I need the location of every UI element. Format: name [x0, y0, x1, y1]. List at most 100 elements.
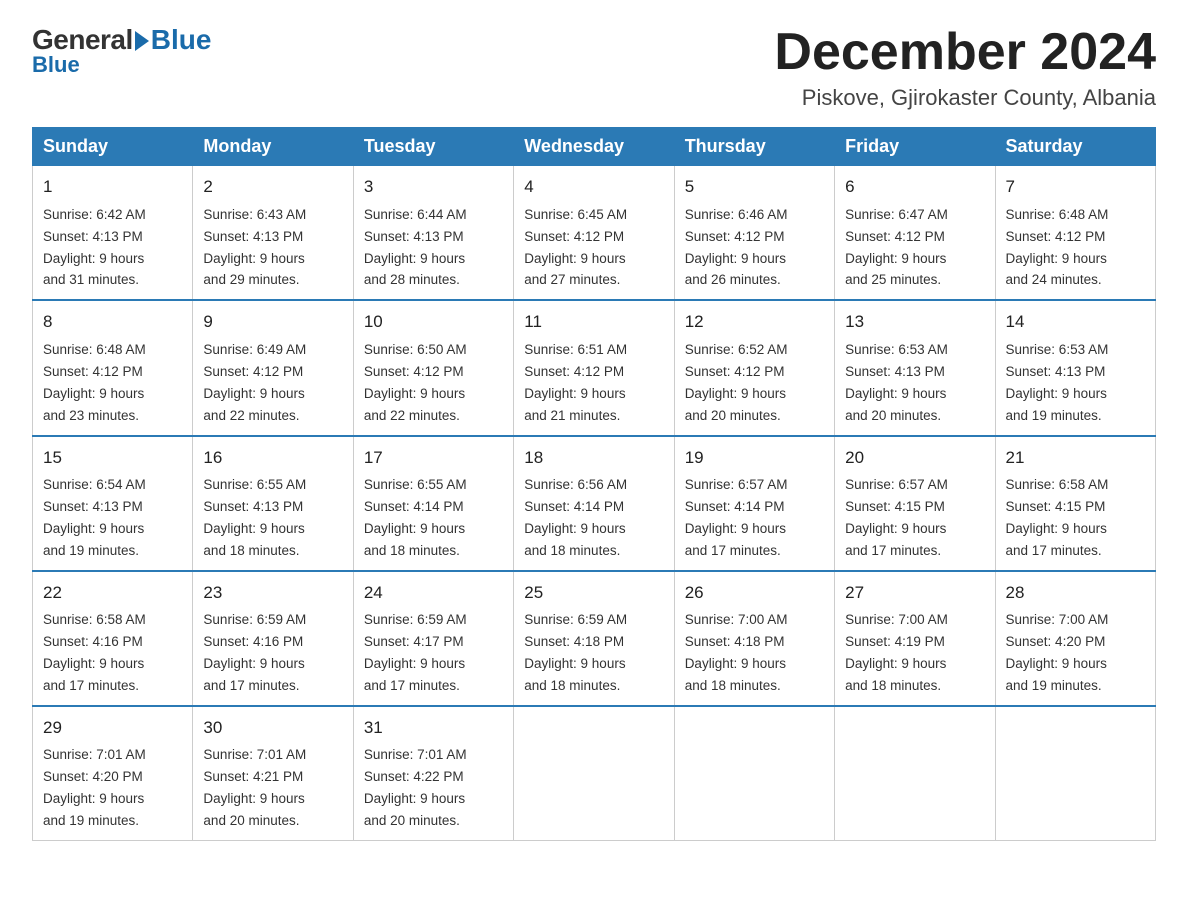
- day-number: 10: [364, 309, 503, 335]
- calendar-cell: 9 Sunrise: 6:49 AMSunset: 4:12 PMDayligh…: [193, 300, 353, 435]
- day-number: 6: [845, 174, 984, 200]
- day-number: 23: [203, 580, 342, 606]
- calendar-cell: 11 Sunrise: 6:51 AMSunset: 4:12 PMDaylig…: [514, 300, 674, 435]
- title-section: December 2024 Piskove, Gjirokaster Count…: [774, 24, 1156, 111]
- day-info: Sunrise: 7:01 AMSunset: 4:21 PMDaylight:…: [203, 747, 306, 828]
- day-info: Sunrise: 6:48 AMSunset: 4:12 PMDaylight:…: [1006, 207, 1109, 288]
- calendar-cell: 30 Sunrise: 7:01 AMSunset: 4:21 PMDaylig…: [193, 706, 353, 841]
- calendar-cell: 1 Sunrise: 6:42 AMSunset: 4:13 PMDayligh…: [33, 166, 193, 301]
- day-info: Sunrise: 6:53 AMSunset: 4:13 PMDaylight:…: [845, 342, 948, 423]
- logo-blue-text: Blue: [151, 24, 212, 56]
- calendar-cell: 26 Sunrise: 7:00 AMSunset: 4:18 PMDaylig…: [674, 571, 834, 706]
- day-info: Sunrise: 6:58 AMSunset: 4:16 PMDaylight:…: [43, 612, 146, 693]
- day-info: Sunrise: 6:44 AMSunset: 4:13 PMDaylight:…: [364, 207, 467, 288]
- day-number: 27: [845, 580, 984, 606]
- calendar-cell: 10 Sunrise: 6:50 AMSunset: 4:12 PMDaylig…: [353, 300, 513, 435]
- calendar-table: SundayMondayTuesdayWednesdayThursdayFrid…: [32, 127, 1156, 841]
- day-number: 7: [1006, 174, 1145, 200]
- month-title: December 2024: [774, 24, 1156, 81]
- day-info: Sunrise: 6:57 AMSunset: 4:14 PMDaylight:…: [685, 477, 788, 558]
- day-info: Sunrise: 6:59 AMSunset: 4:17 PMDaylight:…: [364, 612, 467, 693]
- day-info: Sunrise: 6:58 AMSunset: 4:15 PMDaylight:…: [1006, 477, 1109, 558]
- calendar-cell: 20 Sunrise: 6:57 AMSunset: 4:15 PMDaylig…: [835, 436, 995, 571]
- day-number: 24: [364, 580, 503, 606]
- day-number: 15: [43, 445, 182, 471]
- header-tuesday: Tuesday: [353, 128, 513, 166]
- day-number: 31: [364, 715, 503, 741]
- day-number: 30: [203, 715, 342, 741]
- day-number: 29: [43, 715, 182, 741]
- day-info: Sunrise: 6:45 AMSunset: 4:12 PMDaylight:…: [524, 207, 627, 288]
- day-info: Sunrise: 6:59 AMSunset: 4:18 PMDaylight:…: [524, 612, 627, 693]
- calendar-cell: 29 Sunrise: 7:01 AMSunset: 4:20 PMDaylig…: [33, 706, 193, 841]
- calendar-cell: 22 Sunrise: 6:58 AMSunset: 4:16 PMDaylig…: [33, 571, 193, 706]
- page-header: General Blue Blue December 2024 Piskove,…: [32, 24, 1156, 111]
- logo-arrow-icon: [135, 31, 149, 51]
- day-info: Sunrise: 6:57 AMSunset: 4:15 PMDaylight:…: [845, 477, 948, 558]
- day-info: Sunrise: 6:56 AMSunset: 4:14 PMDaylight:…: [524, 477, 627, 558]
- day-info: Sunrise: 7:01 AMSunset: 4:20 PMDaylight:…: [43, 747, 146, 828]
- day-info: Sunrise: 6:48 AMSunset: 4:12 PMDaylight:…: [43, 342, 146, 423]
- day-info: Sunrise: 7:00 AMSunset: 4:20 PMDaylight:…: [1006, 612, 1109, 693]
- calendar-cell: 15 Sunrise: 6:54 AMSunset: 4:13 PMDaylig…: [33, 436, 193, 571]
- calendar-cell: 25 Sunrise: 6:59 AMSunset: 4:18 PMDaylig…: [514, 571, 674, 706]
- calendar-cell: 21 Sunrise: 6:58 AMSunset: 4:15 PMDaylig…: [995, 436, 1155, 571]
- day-info: Sunrise: 6:55 AMSunset: 4:14 PMDaylight:…: [364, 477, 467, 558]
- day-info: Sunrise: 7:00 AMSunset: 4:18 PMDaylight:…: [685, 612, 788, 693]
- calendar-cell: 17 Sunrise: 6:55 AMSunset: 4:14 PMDaylig…: [353, 436, 513, 571]
- calendar-week-2: 8 Sunrise: 6:48 AMSunset: 4:12 PMDayligh…: [33, 300, 1156, 435]
- header-sunday: Sunday: [33, 128, 193, 166]
- day-info: Sunrise: 6:52 AMSunset: 4:12 PMDaylight:…: [685, 342, 788, 423]
- day-number: 25: [524, 580, 663, 606]
- day-number: 22: [43, 580, 182, 606]
- calendar-cell: 23 Sunrise: 6:59 AMSunset: 4:16 PMDaylig…: [193, 571, 353, 706]
- calendar-cell: [514, 706, 674, 841]
- day-number: 4: [524, 174, 663, 200]
- calendar-cell: 27 Sunrise: 7:00 AMSunset: 4:19 PMDaylig…: [835, 571, 995, 706]
- calendar-week-3: 15 Sunrise: 6:54 AMSunset: 4:13 PMDaylig…: [33, 436, 1156, 571]
- calendar-week-4: 22 Sunrise: 6:58 AMSunset: 4:16 PMDaylig…: [33, 571, 1156, 706]
- day-info: Sunrise: 6:47 AMSunset: 4:12 PMDaylight:…: [845, 207, 948, 288]
- calendar-cell: 14 Sunrise: 6:53 AMSunset: 4:13 PMDaylig…: [995, 300, 1155, 435]
- calendar-cell: 16 Sunrise: 6:55 AMSunset: 4:13 PMDaylig…: [193, 436, 353, 571]
- calendar-cell: 3 Sunrise: 6:44 AMSunset: 4:13 PMDayligh…: [353, 166, 513, 301]
- day-number: 26: [685, 580, 824, 606]
- day-number: 21: [1006, 445, 1145, 471]
- day-number: 16: [203, 445, 342, 471]
- day-info: Sunrise: 7:01 AMSunset: 4:22 PMDaylight:…: [364, 747, 467, 828]
- day-number: 5: [685, 174, 824, 200]
- header-monday: Monday: [193, 128, 353, 166]
- day-number: 14: [1006, 309, 1145, 335]
- day-info: Sunrise: 6:51 AMSunset: 4:12 PMDaylight:…: [524, 342, 627, 423]
- day-info: Sunrise: 6:46 AMSunset: 4:12 PMDaylight:…: [685, 207, 788, 288]
- day-info: Sunrise: 6:42 AMSunset: 4:13 PMDaylight:…: [43, 207, 146, 288]
- day-info: Sunrise: 6:53 AMSunset: 4:13 PMDaylight:…: [1006, 342, 1109, 423]
- day-number: 20: [845, 445, 984, 471]
- logo-subtitle: Blue: [32, 52, 80, 78]
- logo: General Blue Blue: [32, 24, 211, 78]
- calendar-cell: 12 Sunrise: 6:52 AMSunset: 4:12 PMDaylig…: [674, 300, 834, 435]
- day-number: 17: [364, 445, 503, 471]
- day-number: 18: [524, 445, 663, 471]
- day-info: Sunrise: 6:43 AMSunset: 4:13 PMDaylight:…: [203, 207, 306, 288]
- calendar-cell: 7 Sunrise: 6:48 AMSunset: 4:12 PMDayligh…: [995, 166, 1155, 301]
- header-wednesday: Wednesday: [514, 128, 674, 166]
- calendar-cell: 13 Sunrise: 6:53 AMSunset: 4:13 PMDaylig…: [835, 300, 995, 435]
- calendar-cell: 28 Sunrise: 7:00 AMSunset: 4:20 PMDaylig…: [995, 571, 1155, 706]
- day-number: 9: [203, 309, 342, 335]
- day-number: 2: [203, 174, 342, 200]
- day-info: Sunrise: 6:59 AMSunset: 4:16 PMDaylight:…: [203, 612, 306, 693]
- location-text: Piskove, Gjirokaster County, Albania: [774, 85, 1156, 111]
- header-thursday: Thursday: [674, 128, 834, 166]
- calendar-cell: 18 Sunrise: 6:56 AMSunset: 4:14 PMDaylig…: [514, 436, 674, 571]
- calendar-cell: [674, 706, 834, 841]
- day-number: 8: [43, 309, 182, 335]
- day-number: 19: [685, 445, 824, 471]
- calendar-cell: 4 Sunrise: 6:45 AMSunset: 4:12 PMDayligh…: [514, 166, 674, 301]
- calendar-week-1: 1 Sunrise: 6:42 AMSunset: 4:13 PMDayligh…: [33, 166, 1156, 301]
- day-number: 12: [685, 309, 824, 335]
- day-info: Sunrise: 7:00 AMSunset: 4:19 PMDaylight:…: [845, 612, 948, 693]
- calendar-cell: 19 Sunrise: 6:57 AMSunset: 4:14 PMDaylig…: [674, 436, 834, 571]
- calendar-cell: 24 Sunrise: 6:59 AMSunset: 4:17 PMDaylig…: [353, 571, 513, 706]
- day-info: Sunrise: 6:54 AMSunset: 4:13 PMDaylight:…: [43, 477, 146, 558]
